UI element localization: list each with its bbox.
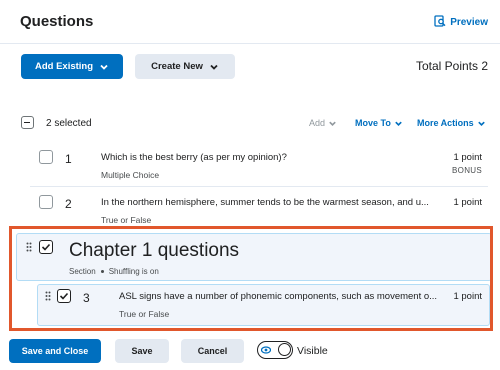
page-title: Questions	[20, 13, 94, 30]
add-menu-button[interactable]: Add	[309, 118, 337, 128]
row-divider	[30, 186, 488, 187]
question-checkbox[interactable]	[39, 195, 53, 209]
toggle-knob	[278, 343, 291, 356]
question-checkbox[interactable]	[39, 150, 53, 164]
create-new-button[interactable]: Create New	[135, 54, 235, 79]
move-to-button[interactable]: Move To	[355, 118, 403, 128]
question-title[interactable]: In the northern hemisphere, summer tends…	[101, 197, 436, 208]
eye-icon	[261, 346, 271, 354]
create-new-label: Create New	[151, 61, 203, 72]
more-actions-button[interactable]: More Actions	[417, 118, 486, 128]
visibility-toggle[interactable]	[257, 341, 293, 359]
page-header: Questions Preview	[0, 0, 500, 44]
add-existing-label: Add Existing	[34, 61, 94, 72]
highlight-frame	[9, 226, 493, 331]
save-and-close-label: Save and Close	[21, 346, 89, 356]
save-button[interactable]: Save	[115, 339, 169, 363]
cancel-label: Cancel	[197, 346, 228, 356]
question-type: Multiple Choice	[101, 170, 160, 180]
question-number: 2	[65, 197, 72, 211]
total-points: Total Points 2	[415, 59, 488, 73]
preview-icon	[434, 15, 446, 30]
visibility-label: Visible	[297, 345, 328, 357]
chevron-down-icon	[477, 121, 485, 126]
add-menu-label: Add	[309, 118, 326, 128]
cancel-button[interactable]: Cancel	[181, 339, 244, 363]
select-all-checkbox[interactable]	[21, 116, 34, 129]
bulk-toolbar: 2 selected Add Move To More Actions	[0, 110, 500, 136]
chevron-down-icon	[100, 64, 108, 70]
save-label: Save	[131, 346, 153, 356]
chevron-down-icon	[395, 121, 402, 126]
question-type: True or False	[101, 215, 152, 225]
chevron-down-icon	[210, 64, 218, 70]
preview-link[interactable]: Preview	[434, 15, 488, 30]
question-points: 1 point	[453, 152, 482, 163]
save-and-close-button[interactable]: Save and Close	[9, 339, 101, 363]
question-points: 1 point	[453, 197, 482, 208]
move-to-label: Move To	[355, 118, 391, 128]
preview-label: Preview	[450, 17, 488, 28]
selected-count: 2 selected	[46, 118, 92, 129]
question-number: 1	[65, 152, 72, 166]
more-actions-label: More Actions	[417, 118, 474, 128]
chevron-down-icon	[329, 121, 336, 126]
add-existing-button[interactable]: Add Existing	[21, 54, 123, 79]
bonus-badge: BONUS	[452, 166, 482, 175]
question-title[interactable]: Which is the best berry (as per my opini…	[101, 152, 431, 163]
